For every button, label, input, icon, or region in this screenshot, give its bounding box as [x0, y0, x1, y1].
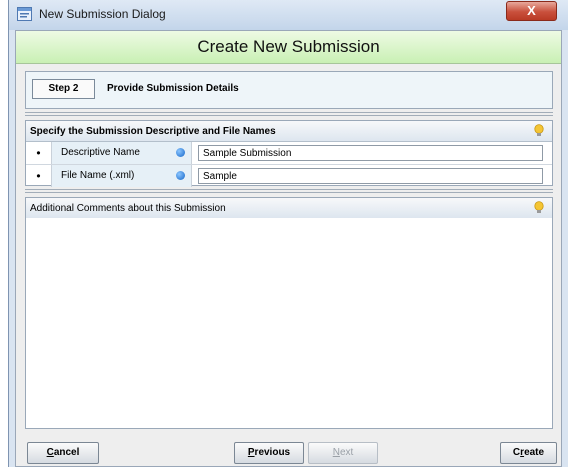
mnemonic: C	[46, 447, 54, 458]
button-label: revious	[254, 447, 291, 458]
cancel-button[interactable]: Cancel	[27, 442, 99, 464]
file-name-row: • File Name (.xml)	[26, 165, 552, 187]
dialog-window: New Submission Dialog X Create New Submi…	[8, 0, 568, 467]
bullet: •	[26, 165, 52, 187]
button-label: ext	[339, 447, 354, 458]
comments-textarea[interactable]	[26, 218, 552, 428]
lightbulb-icon[interactable]	[534, 201, 544, 215]
descriptive-name-input[interactable]	[198, 145, 543, 161]
comments-section: Additional Comments about this Submissio…	[25, 197, 553, 429]
button-label: ancel	[53, 447, 80, 458]
lightbulb-icon[interactable]	[534, 124, 544, 138]
field-label: Descriptive Name	[61, 147, 140, 158]
title-bar[interactable]: New Submission Dialog X	[9, 0, 568, 30]
section-title: Specify the Submission Descriptive and F…	[30, 126, 276, 137]
dialog-content: Create New Submission Step 2 Provide Sub…	[15, 30, 562, 467]
next-button[interactable]: Next	[308, 442, 378, 464]
window-title: New Submission Dialog	[39, 7, 166, 21]
section-title: Additional Comments about this Submissio…	[30, 203, 226, 214]
divider	[25, 189, 553, 193]
step-description: Provide Submission Details	[107, 83, 239, 94]
required-dot-icon	[176, 171, 185, 180]
descriptive-name-label-cell: Descriptive Name	[52, 142, 192, 164]
mnemonic: P	[247, 447, 255, 458]
close-button[interactable]: X	[506, 1, 557, 21]
create-button[interactable]: Create	[500, 442, 557, 464]
file-name-input[interactable]	[198, 168, 543, 184]
names-section: Specify the Submission Descriptive and F…	[25, 120, 553, 187]
close-icon: X	[527, 3, 536, 18]
app-window-icon	[17, 7, 32, 21]
section-header: Specify the Submission Descriptive and F…	[26, 121, 552, 142]
field-label: File Name (.xml)	[61, 170, 135, 181]
section-header: Additional Comments about this Submissio…	[26, 198, 552, 219]
required-dot-icon	[176, 148, 185, 157]
mnemonic: N	[332, 447, 340, 458]
step-panel: Step 2 Provide Submission Details	[25, 71, 553, 109]
page-title: Create New Submission	[16, 31, 561, 64]
step-indicator: Step 2	[32, 79, 95, 99]
file-name-label-cell: File Name (.xml)	[52, 165, 192, 187]
descriptive-name-row: • Descriptive Name	[26, 142, 552, 165]
bullet: •	[26, 142, 52, 164]
previous-button[interactable]: Previous	[234, 442, 304, 464]
button-label: eate	[524, 447, 545, 458]
divider	[25, 112, 553, 116]
